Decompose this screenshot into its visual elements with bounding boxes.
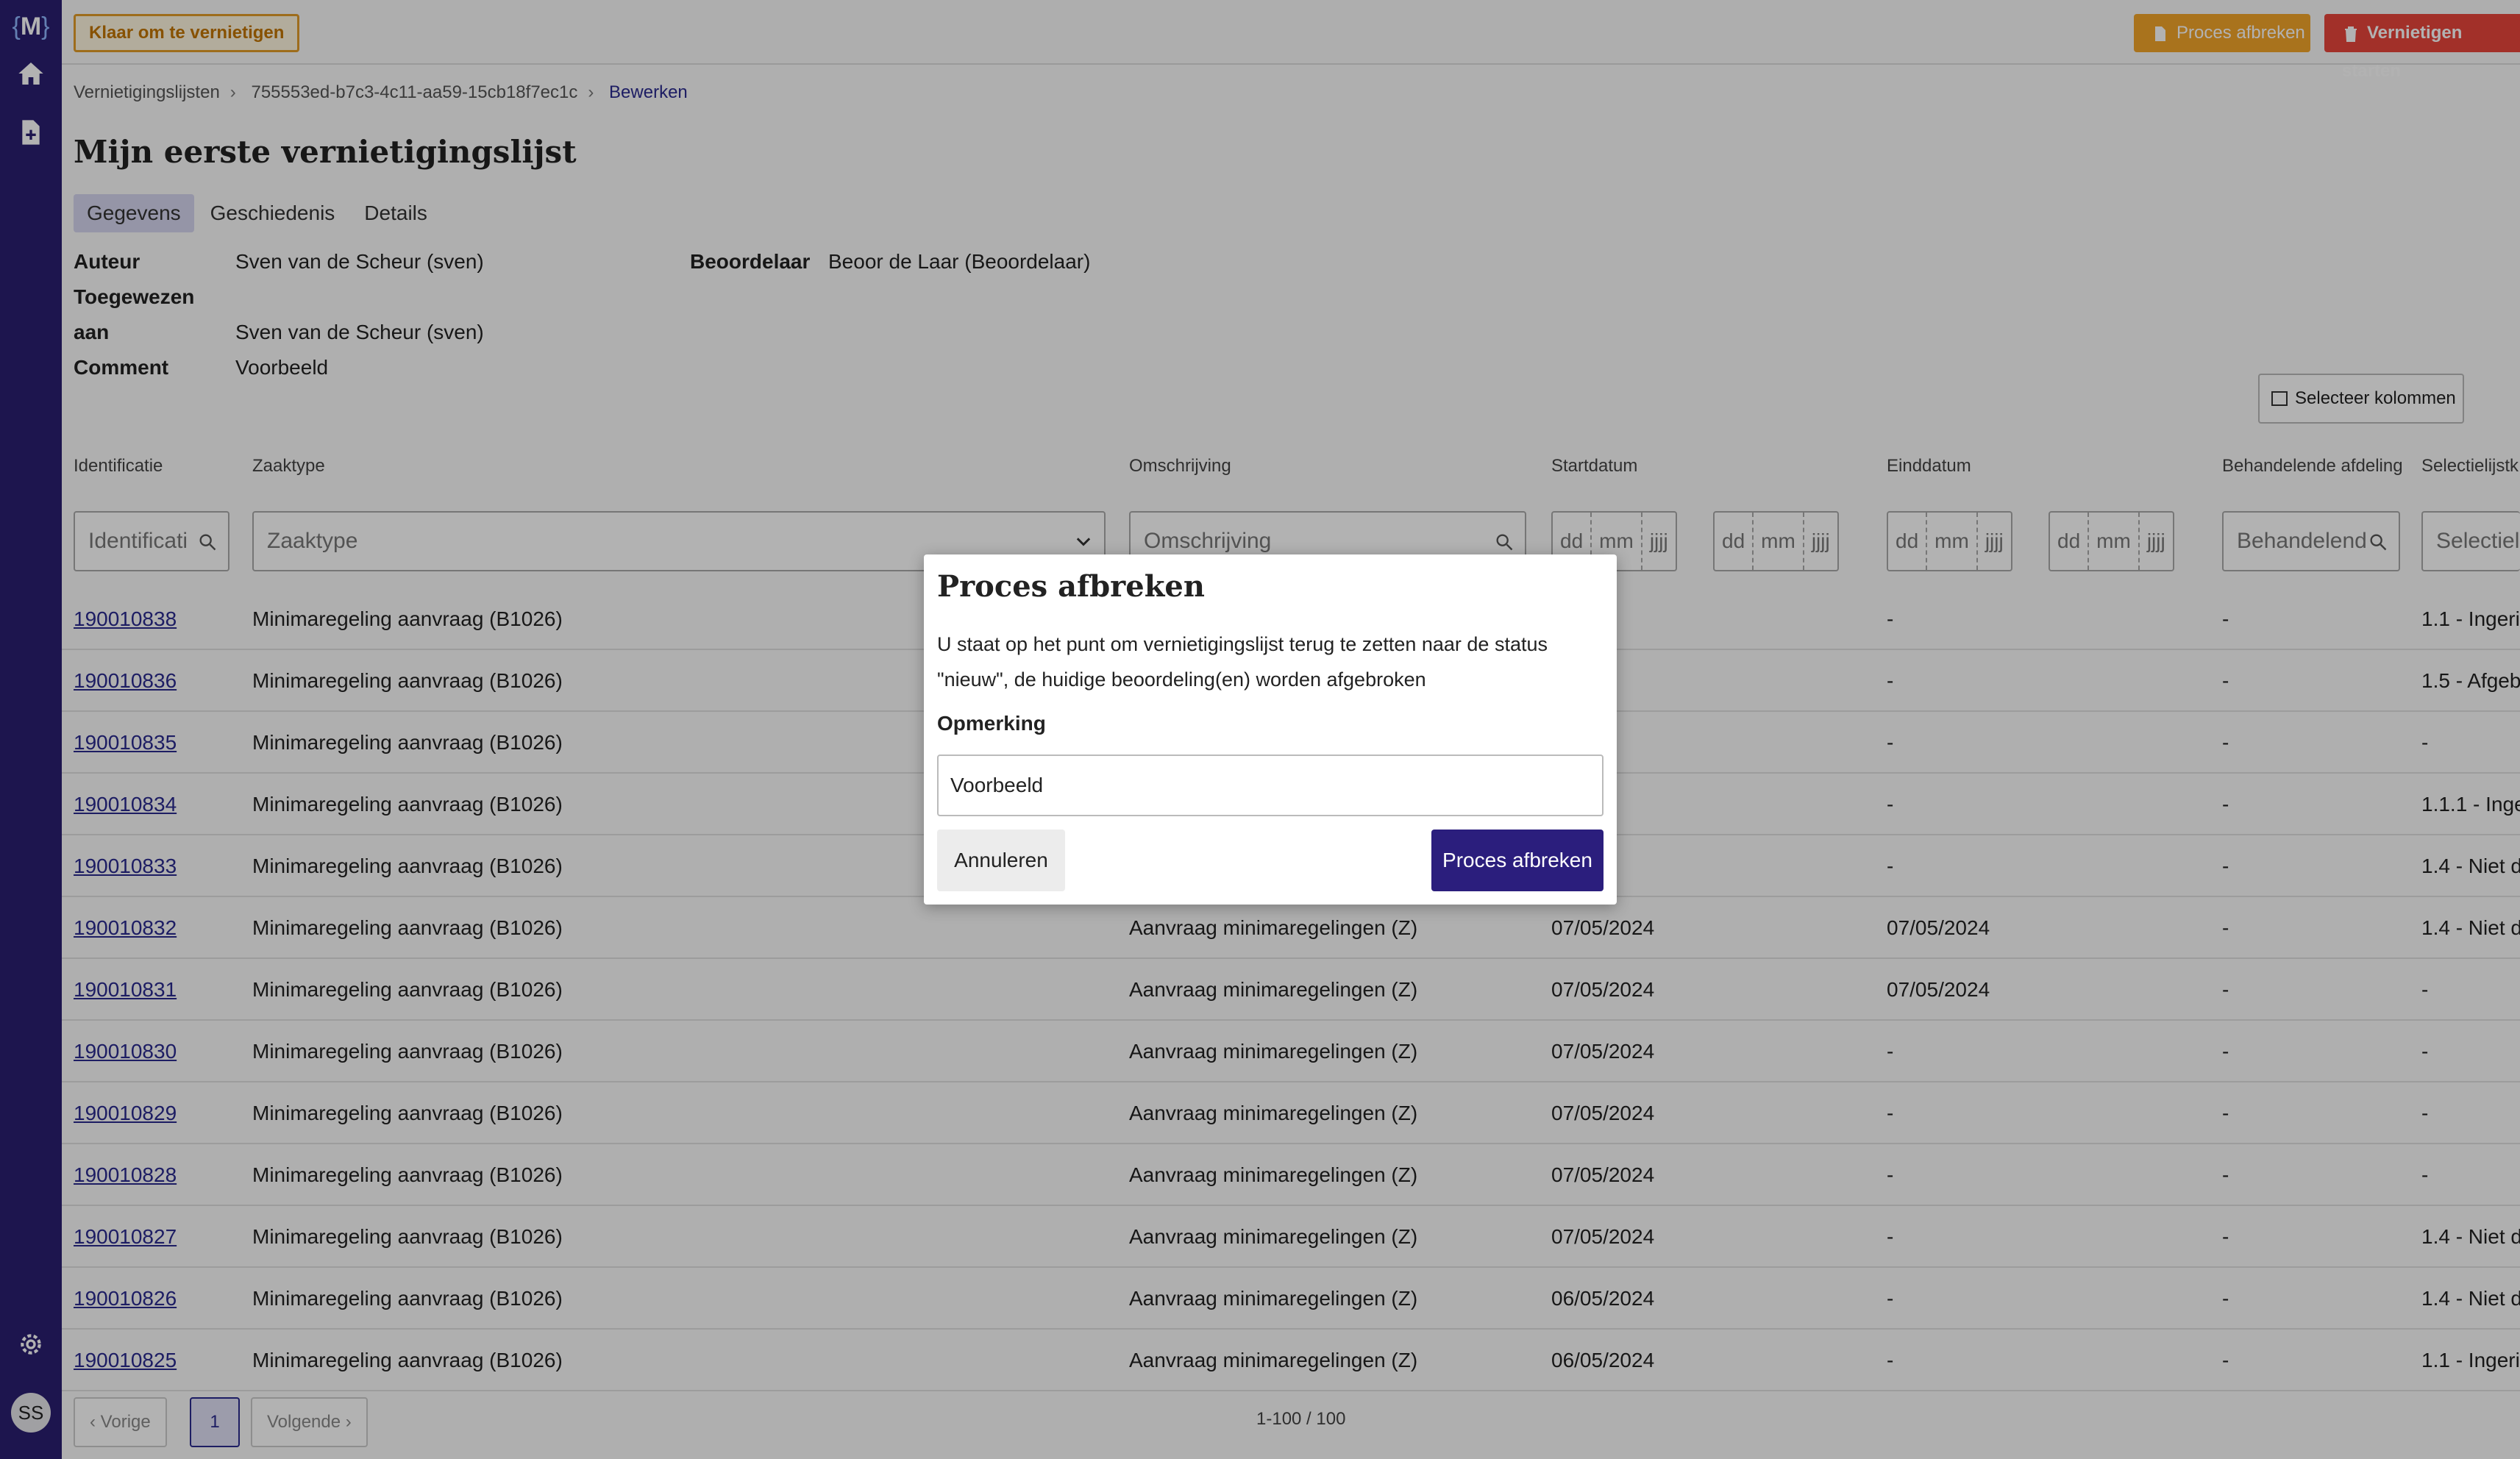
dialog-message: U staat op het punt om vernietigingslijs… [937, 633, 1548, 691]
confirm-abort-button[interactable]: Proces afbreken [1431, 830, 1604, 891]
remark-input[interactable]: Voorbeeld [937, 755, 1604, 816]
remark-label: Opmerking [937, 712, 1046, 735]
dialog-title: Proces afbreken [937, 569, 1205, 604]
abort-process-dialog: Proces afbreken U staat op het punt om v… [924, 554, 1617, 905]
cancel-button[interactable]: Annuleren [937, 830, 1065, 891]
